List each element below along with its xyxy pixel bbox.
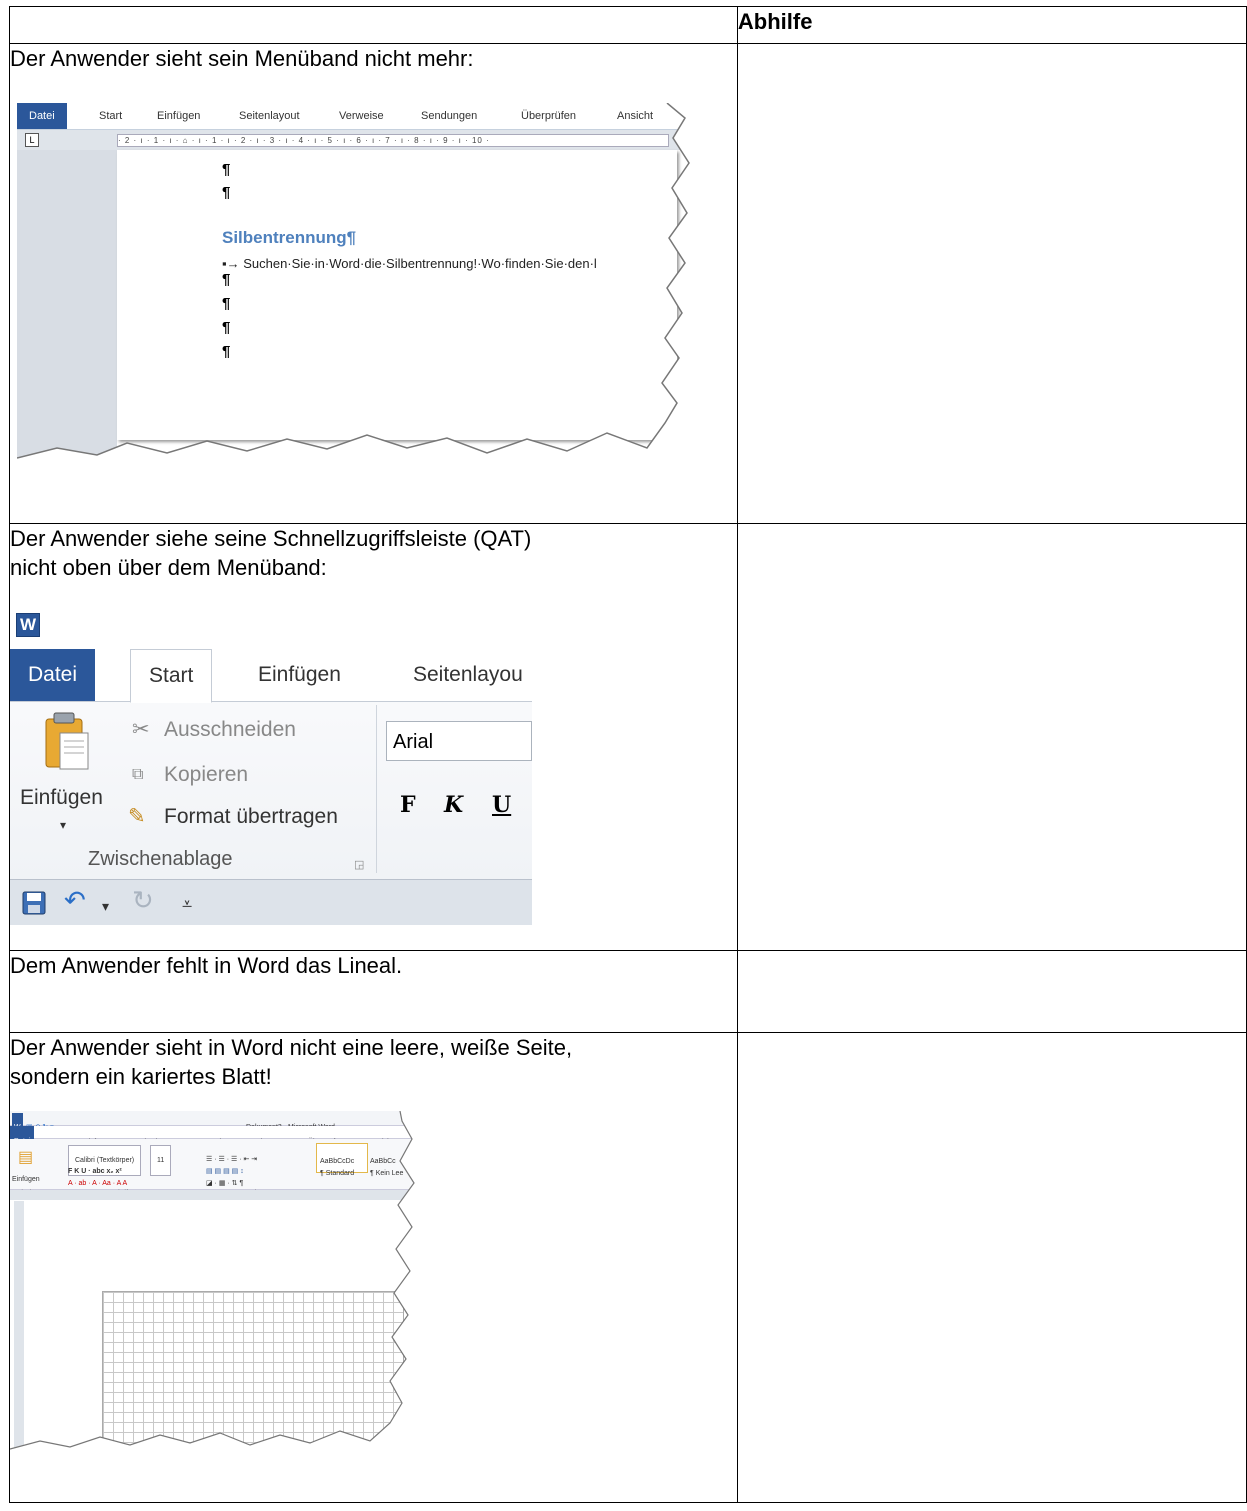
header-cell-abhilfe: Abhilfe xyxy=(736,6,1247,44)
title-bar: W xyxy=(10,605,532,649)
solution-cell xyxy=(736,523,1247,951)
dialog-launcher-icon: ◲ xyxy=(354,859,365,871)
underline-button: U xyxy=(492,792,512,818)
problem-text: Der Anwender siehe seine Schnellzugriffs… xyxy=(10,526,532,580)
save-icon xyxy=(22,891,46,915)
instruction-table: Abhilfe Der Anwender sieht sein Menüband… xyxy=(9,6,1247,1503)
problem-text: Der Anwender sieht in Word nicht eine le… xyxy=(10,1035,573,1089)
torn-edge xyxy=(17,103,707,483)
format-painter-icon: ✎ xyxy=(128,805,146,828)
problem-cell-ruler: Dem Anwender fehlt in Word das Lineal. xyxy=(9,950,738,1033)
customize-qat-icon: ⩡ xyxy=(182,894,193,914)
bold-button: F xyxy=(400,792,416,818)
solution-cell xyxy=(736,950,1247,1033)
tab-seitenlayout: Seitenlayou xyxy=(413,663,523,686)
header-cell-problem xyxy=(9,6,738,44)
italic-button: K xyxy=(444,792,464,818)
screenshot-hidden-ribbon: Datei Start Einfügen Seitenlayout Verwei… xyxy=(17,103,707,483)
problem-cell-qat: Der Anwender siehe seine Schnellzugriffs… xyxy=(9,523,738,951)
group-label-zwischenablage: Zwischenablage xyxy=(88,848,233,870)
torn-edge xyxy=(10,1111,415,1461)
font-name-box: Arial xyxy=(386,721,532,761)
undo-icon: ↶ xyxy=(64,885,86,915)
copy-icon: ⧉ xyxy=(132,766,144,783)
scissors-icon: ✂ xyxy=(132,718,150,741)
redo-icon: ↻ xyxy=(132,885,154,915)
paste-label: Einfügen xyxy=(20,786,103,809)
problem-text: Der Anwender sieht sein Menüband nicht m… xyxy=(10,46,474,71)
cut-command: Ausschneiden xyxy=(164,718,296,741)
screenshot-gridlines: W ▣ ↶ ↻ ▾ Dokument3 - Microsoft Word Dat… xyxy=(10,1111,415,1461)
chevron-down-icon: ▾ xyxy=(60,818,67,832)
screenshot-qat-below-ribbon: W Datei Start Einfügen Seitenlayou Einfü… xyxy=(10,605,532,925)
format-painter-command: Format übertragen xyxy=(164,805,338,828)
tab-einfuegen: Einfügen xyxy=(258,663,341,686)
chevron-down-icon: ▾ xyxy=(102,898,110,914)
problem-text: Dem Anwender fehlt in Word das Lineal. xyxy=(10,953,403,978)
solution-cell xyxy=(736,1032,1247,1503)
problem-cell-ribbon: Der Anwender sieht sein Menüband nicht m… xyxy=(9,43,738,524)
tab-start: Start xyxy=(130,649,213,703)
group-divider xyxy=(376,705,377,873)
paste-icon xyxy=(45,712,89,770)
ribbon-tab-strip: Datei Start Einfügen Seitenlayou xyxy=(10,649,532,703)
solution-cell xyxy=(736,43,1247,524)
word-logo-icon: W xyxy=(16,613,40,637)
quick-access-toolbar: ↶ ▾ ↻ ⩡ xyxy=(10,879,532,925)
tab-datei: Datei xyxy=(10,649,96,701)
problem-cell-grid: Der Anwender sieht in Word nicht eine le… xyxy=(9,1032,738,1503)
copy-command: Kopieren xyxy=(164,763,249,786)
